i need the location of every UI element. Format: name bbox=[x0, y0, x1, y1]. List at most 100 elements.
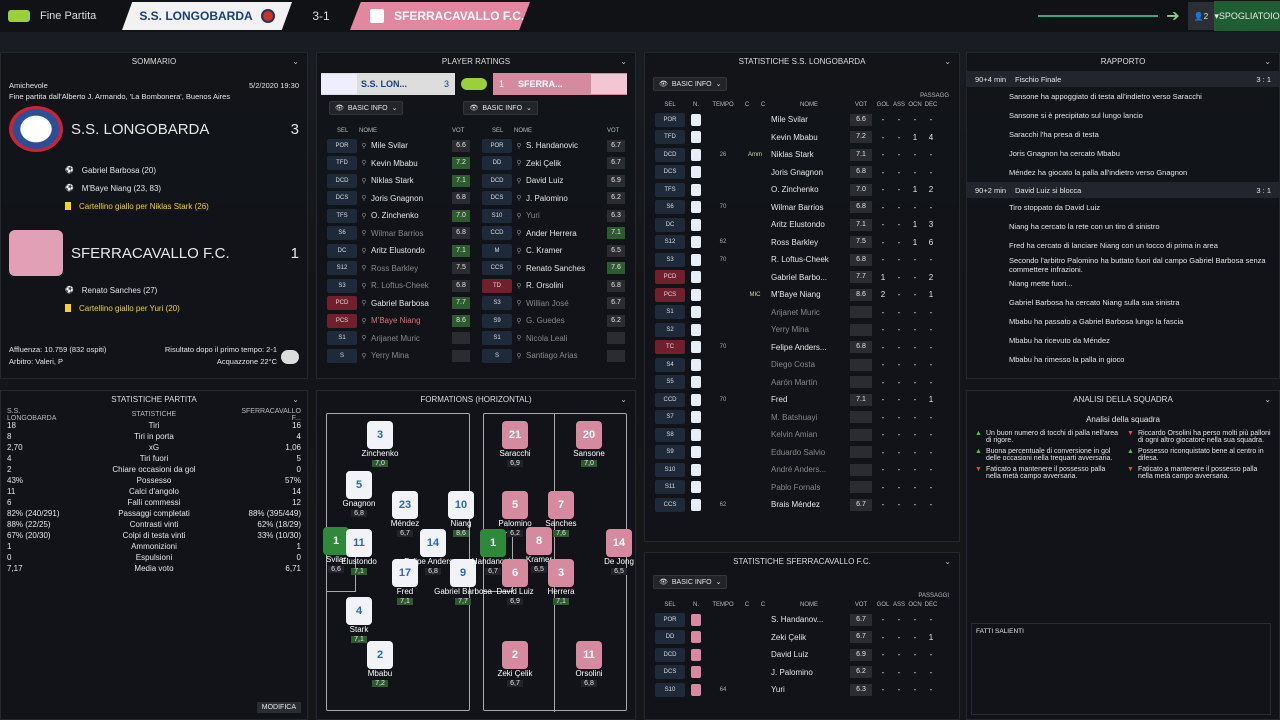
player-name[interactable]: Nicola Leali bbox=[526, 334, 607, 343]
player-name[interactable]: C. Kramer bbox=[526, 246, 607, 255]
rating-row[interactable]: S1 ⚲ Arijanet Muric bbox=[321, 330, 476, 348]
formation-player[interactable]: 21 Saracchi 6,9 bbox=[485, 421, 545, 467]
player-name[interactable]: Yerry Mina bbox=[371, 351, 452, 360]
player-stats-row[interactable]: S8 Kelvin Amian - - - - bbox=[645, 426, 959, 444]
player-name[interactable]: André Anders... bbox=[771, 465, 847, 474]
chevron-down-icon[interactable]: ⌄ bbox=[620, 391, 627, 409]
player-name[interactable]: J. Palomino bbox=[526, 194, 607, 203]
formation-player[interactable]: 2 Mbabu 7,2 bbox=[350, 641, 410, 687]
player-name[interactable]: Niklas Stark bbox=[771, 150, 847, 159]
player-name[interactable]: S. Handanov... bbox=[771, 615, 847, 624]
player-name[interactable]: Ander Herrera bbox=[526, 229, 607, 238]
player-stats-row[interactable]: S12 62 Ross Barkley 7.5- -1 6 bbox=[645, 234, 959, 252]
formation-player[interactable]: 3 Zinchenko 7,0 bbox=[350, 421, 410, 467]
player-name[interactable]: Diego Costa bbox=[771, 360, 847, 369]
player-stats-row[interactable]: POR Mile Svilar 6.6- - - - bbox=[645, 111, 959, 129]
home-stats-view-dropdown[interactable]: 👁 BASIC INFO ⌄ bbox=[653, 77, 728, 91]
rating-row[interactable]: DC ⚲ Aritz Elustondo 7.1 bbox=[321, 242, 476, 260]
rating-row[interactable]: S3 ⚲ R. Loftus-Cheek 6.8 bbox=[321, 277, 476, 295]
player-stats-row[interactable]: DCS Joris Gnagnon 6.8- - - - bbox=[645, 164, 959, 182]
player-name[interactable]: Renato Sanches bbox=[526, 264, 607, 273]
player-name[interactable]: Brais Méndez bbox=[771, 500, 847, 509]
player-stats-row[interactable]: CCS 62 Brais Méndez 6.7- - - - bbox=[645, 496, 959, 514]
rating-row[interactable]: CCD ⚲ Ander Herrera 7.1 bbox=[476, 225, 631, 243]
player-name[interactable]: R. Loftus-Cheek bbox=[771, 255, 847, 264]
player-name[interactable]: O. Zinchenko bbox=[371, 211, 452, 220]
away-view-dropdown[interactable]: 👁 BASIC INFO ⌄ bbox=[463, 101, 538, 115]
player-name[interactable]: S. Handanovic bbox=[526, 141, 607, 150]
player-name[interactable]: Wilmar Barrios bbox=[771, 203, 847, 212]
rating-row[interactable]: S ⚲ Santiago Arias bbox=[476, 347, 631, 365]
player-name[interactable]: Mile Svilar bbox=[771, 115, 847, 124]
player-name[interactable]: M'Baye Niang bbox=[371, 316, 452, 325]
player-name[interactable]: Niklas Stark bbox=[371, 176, 452, 185]
player-stats-row[interactable]: TFD Kevin Mbabu 7.2- -1 4 bbox=[645, 129, 959, 147]
player-name[interactable]: Fred bbox=[771, 395, 847, 404]
chevron-down-icon[interactable]: ⌄ bbox=[1264, 391, 1271, 409]
rating-row[interactable]: TFS ⚲ O. Zinchenko 7.0 bbox=[321, 207, 476, 225]
player-stats-row[interactable]: TFS O. Zinchenko 7.0- -1 2 bbox=[645, 181, 959, 199]
player-name[interactable]: M. Batshuayi bbox=[771, 413, 847, 422]
continue-icon[interactable]: ➔ bbox=[1158, 2, 1188, 30]
player-stats-row[interactable]: POR S. Handanov... 6.7- - - - bbox=[645, 611, 959, 629]
player-stats-row[interactable]: S6 70 Wilmar Barrios 6.8- - - - bbox=[645, 199, 959, 217]
player-name[interactable]: Kelvin Amian bbox=[771, 430, 847, 439]
rating-row[interactable]: PCD ⚲ Gabriel Barbosa 7.7 bbox=[321, 295, 476, 313]
player-stats-row[interactable]: DCS J. Palomino 6.2- - - - bbox=[645, 664, 959, 682]
player-stats-row[interactable]: DC Aritz Elustondo 7.1- -1 3 bbox=[645, 216, 959, 234]
player-stats-row[interactable]: PCD Gabriel Barbo... 7.7 1 - - 2 bbox=[645, 269, 959, 287]
player-name[interactable]: Yerry Mina bbox=[771, 325, 847, 334]
formation-player[interactable]: 11 Orsolini 6,8 bbox=[559, 641, 619, 687]
rating-row[interactable]: S ⚲ Yerry Mina bbox=[321, 347, 476, 365]
rating-row[interactable]: DCD ⚲ David Luiz 6.9 bbox=[476, 172, 631, 190]
rating-row[interactable]: S1 ⚲ Nicola Leali bbox=[476, 330, 631, 348]
rating-row[interactable]: DD ⚲ Zeki Çelik 6.7 bbox=[476, 155, 631, 173]
player-name[interactable]: Joris Gnagnon bbox=[771, 168, 847, 177]
player-stats-row[interactable]: S10 64 Yuri 6.3- - - - bbox=[645, 681, 959, 699]
player-stats-row[interactable]: S1 Arijanet Muric - - - - bbox=[645, 304, 959, 322]
inbox-count[interactable]: 👤 2 bbox=[1188, 2, 1214, 30]
player-name[interactable]: Joris Gnagnon bbox=[371, 194, 452, 203]
player-name[interactable]: Ross Barkley bbox=[771, 238, 847, 247]
ratings-home-tab[interactable]: S.S. LON... 3 bbox=[321, 73, 455, 95]
player-name[interactable]: David Luiz bbox=[526, 176, 607, 185]
player-stats-row[interactable]: S7 M. Batshuayi - - - - bbox=[645, 409, 959, 427]
player-stats-row[interactable]: S4 Diego Costa - - - - bbox=[645, 356, 959, 374]
away-stats-view-dropdown[interactable]: 👁 BASIC INFO ⌄ bbox=[653, 575, 728, 589]
player-name[interactable]: Aarón Martín bbox=[771, 378, 847, 387]
rating-row[interactable]: POR ⚲ Mile Svilar 6.6 bbox=[321, 137, 476, 155]
chevron-down-icon[interactable]: ⌄ bbox=[620, 53, 627, 71]
player-stats-row[interactable]: PCS MIC M'Baye Niang 8.6 2 - - 1 bbox=[645, 286, 959, 304]
player-name[interactable]: R. Orsolini bbox=[526, 281, 607, 290]
player-name[interactable]: Kevin Mbabu bbox=[771, 133, 847, 142]
player-name[interactable]: Aritz Elustondo bbox=[771, 220, 847, 229]
player-name[interactable]: Eduardo Salvio bbox=[771, 448, 847, 457]
player-name[interactable]: J. Palomino bbox=[771, 668, 847, 677]
player-name[interactable]: Zeki Çelik bbox=[526, 159, 607, 168]
player-name[interactable]: Pablo Fornals bbox=[771, 483, 847, 492]
rating-row[interactable]: TFD ⚲ Kevin Mbabu 7.2 bbox=[321, 155, 476, 173]
formation-player[interactable]: 14 De Jong 6,5 bbox=[589, 529, 649, 575]
player-name[interactable]: Mile Svilar bbox=[371, 141, 452, 150]
home-view-dropdown[interactable]: 👁 BASIC INFO ⌄ bbox=[329, 101, 404, 115]
formation-player[interactable]: 3 Herrera 7,1 bbox=[531, 559, 591, 605]
player-name[interactable]: R. Loftus-Cheek bbox=[371, 281, 452, 290]
rating-row[interactable]: S3 ⚲ Willian José 6.7 bbox=[476, 295, 631, 313]
chevron-down-icon[interactable]: ⌄ bbox=[292, 391, 299, 409]
player-name[interactable]: Zeki Çelik bbox=[771, 633, 847, 642]
ratings-away-tab[interactable]: 1 SFERRA... bbox=[493, 73, 627, 95]
home-team-tab[interactable]: S.S. LONGOBARDA bbox=[122, 2, 292, 30]
formation-player[interactable]: 4 Stark 7,1 bbox=[329, 597, 389, 643]
rating-row[interactable]: DCD ⚲ Niklas Stark 7.1 bbox=[321, 172, 476, 190]
chevron-down-icon[interactable]: ⌄ bbox=[1264, 53, 1271, 71]
player-name[interactable]: Willian José bbox=[526, 299, 607, 308]
player-name[interactable]: Yuri bbox=[526, 211, 607, 220]
rating-row[interactable]: S6 ⚲ Wilmar Barrios 6.8 bbox=[321, 225, 476, 243]
player-name[interactable]: Gabriel Barbo... bbox=[771, 273, 847, 282]
rating-row[interactable]: DCS ⚲ J. Palomino 6.2 bbox=[476, 190, 631, 208]
dressing-room-button[interactable]: ▾ SPOGLIATOIO bbox=[1214, 1, 1280, 31]
rating-row[interactable]: S9 ⚲ G. Guedes 6.2 bbox=[476, 312, 631, 330]
player-stats-row[interactable]: S3 70 R. Loftus-Cheek 6.8- - - - bbox=[645, 251, 959, 269]
player-stats-row[interactable]: S10 André Anders... - - - - bbox=[645, 461, 959, 479]
away-team-tab[interactable]: SFERRACAVALLO F.C. bbox=[350, 2, 530, 30]
